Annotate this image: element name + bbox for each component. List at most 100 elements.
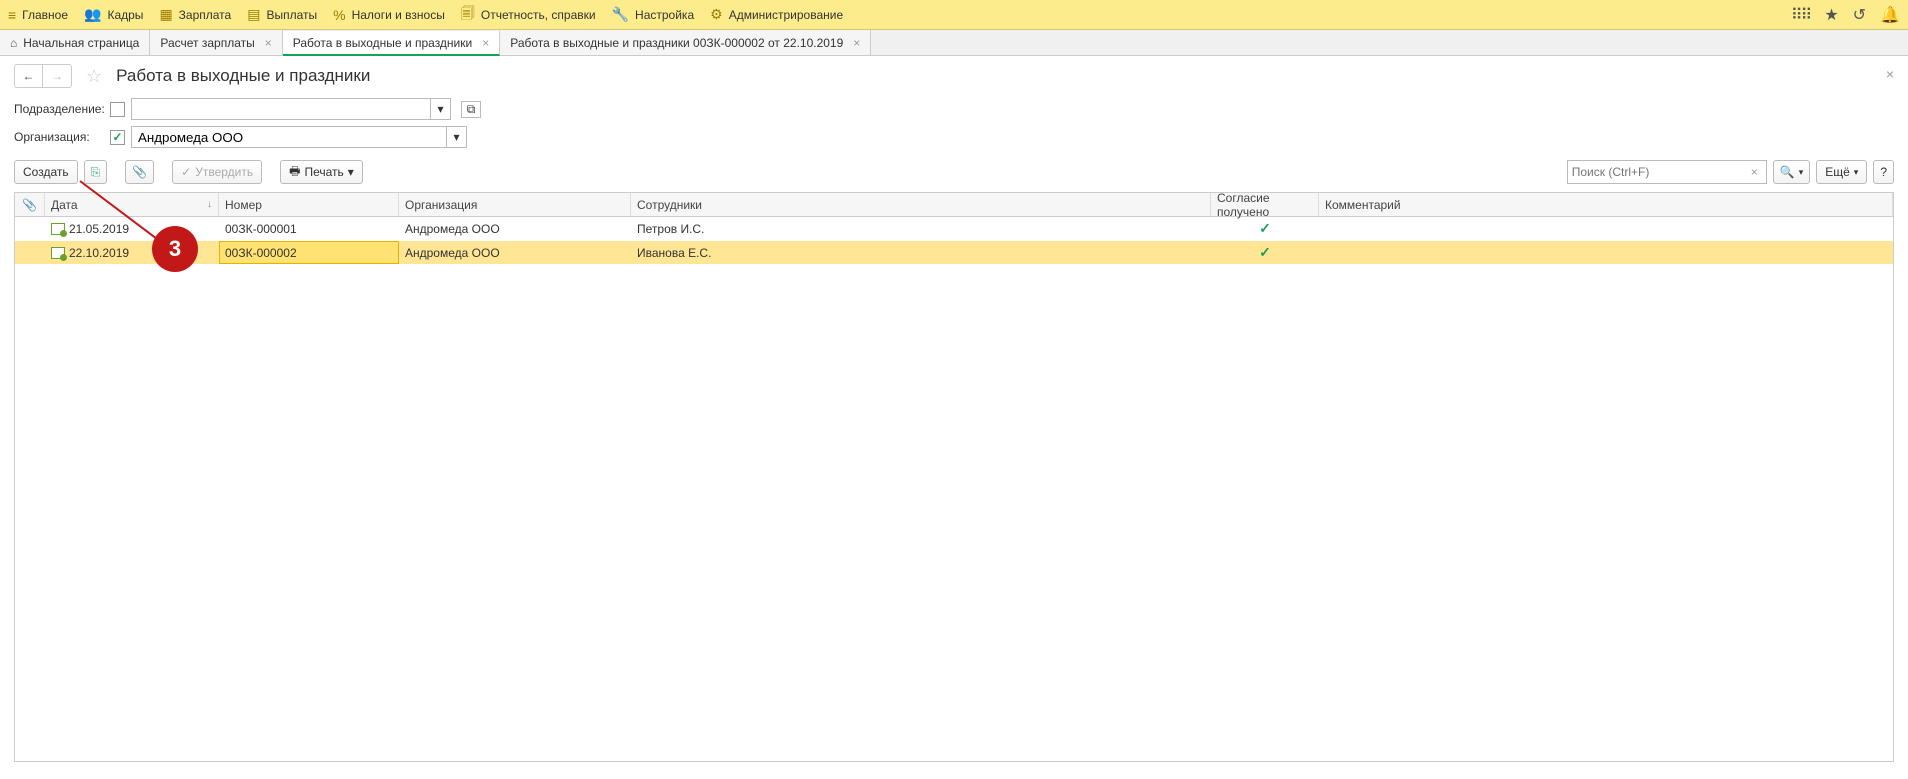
search-menu-button[interactable]: 🔍▾ bbox=[1773, 160, 1810, 184]
menu-icon: ≡ bbox=[8, 7, 16, 23]
document-posted-icon bbox=[51, 223, 65, 235]
tab-holidays-work[interactable]: Работа в выходные и праздники× bbox=[283, 31, 500, 56]
chevron-down-icon: ▾ bbox=[1799, 167, 1804, 178]
star-icon[interactable]: ★ bbox=[1824, 5, 1838, 25]
tab-label: Начальная страница bbox=[23, 36, 139, 50]
history-icon[interactable]: ↺ bbox=[1853, 5, 1866, 25]
cell-value: Петров И.С. bbox=[637, 222, 704, 236]
col-consent[interactable]: Согласие получено bbox=[1211, 193, 1319, 216]
check-icon: ✓ bbox=[181, 165, 191, 179]
close-icon[interactable]: × bbox=[265, 36, 272, 50]
menu-item-admin[interactable]: ⚙Администрирование bbox=[710, 6, 843, 23]
search-box[interactable]: × bbox=[1567, 160, 1767, 184]
close-icon[interactable]: × bbox=[482, 36, 489, 50]
tab-salary-calc[interactable]: Расчет зарплаты× bbox=[150, 30, 282, 55]
menu-item-staff[interactable]: 👥Кадры bbox=[84, 6, 143, 23]
dropdown-icon[interactable]: ▾ bbox=[431, 98, 451, 120]
col-organization[interactable]: Организация bbox=[399, 193, 631, 216]
department-checkbox[interactable] bbox=[110, 102, 125, 117]
menu-item-taxes[interactable]: % Налоги и взносы bbox=[333, 7, 445, 23]
col-label: Организация bbox=[405, 198, 477, 212]
help-button[interactable]: ? bbox=[1873, 160, 1894, 184]
col-employees[interactable]: Сотрудники bbox=[631, 193, 1211, 216]
more-button[interactable]: Ещё▾ bbox=[1816, 160, 1867, 184]
apps-icon[interactable]: ⠿⠿ bbox=[1791, 5, 1810, 25]
create-button[interactable]: Создать bbox=[14, 160, 78, 184]
close-icon[interactable]: × bbox=[853, 36, 860, 50]
page-header: ← → ☆ Работа в выходные и праздники × bbox=[0, 56, 1908, 94]
page-title: Работа в выходные и праздники bbox=[116, 66, 370, 86]
main-menu: ≡ Главное 👥Кадры ▦Зарплата ▤Выплаты % Нало… bbox=[0, 0, 1908, 30]
department-input[interactable] bbox=[131, 98, 431, 120]
favorite-star-icon[interactable]: ☆ bbox=[86, 66, 102, 87]
percent-icon: % bbox=[333, 7, 345, 23]
filters: Подразделение: ▾ ⧉ Организация: ▾ bbox=[0, 94, 1908, 156]
organization-select[interactable]: ▾ bbox=[131, 126, 467, 148]
people-icon: 👥 bbox=[84, 6, 101, 23]
menu-label: Настройка bbox=[635, 8, 694, 22]
approve-button[interactable]: ✓ Утвердить bbox=[172, 160, 262, 184]
documents-grid: 📎 Дата↓ Номер Организация Сотрудники Сог… bbox=[14, 192, 1894, 762]
organization-input[interactable] bbox=[131, 126, 447, 148]
col-label: Сотрудники bbox=[637, 198, 702, 212]
department-select[interactable]: ▾ bbox=[131, 98, 451, 120]
copy-button[interactable]: ⎘ bbox=[84, 160, 108, 184]
table-icon: ▦ bbox=[159, 6, 172, 23]
search-input[interactable] bbox=[1572, 165, 1747, 179]
bell-icon[interactable]: 🔔 bbox=[1880, 5, 1900, 25]
print-button[interactable]: 🖶Печать▾ bbox=[280, 160, 363, 184]
col-label: Согласие получено bbox=[1217, 192, 1312, 219]
col-label: Дата bbox=[51, 198, 78, 212]
annotation-badge: 3 bbox=[152, 226, 198, 272]
cell-comment bbox=[1319, 217, 1893, 240]
cell-comment bbox=[1319, 241, 1893, 264]
cell-emp: Иванова Е.С. bbox=[631, 241, 1211, 264]
cell-value: 00ЗК-000001 bbox=[225, 222, 297, 236]
menu-item-reports[interactable]: 🗐Отчетность, справки bbox=[461, 3, 596, 27]
cell-org: Андромеда ООО bbox=[399, 241, 631, 264]
menu-item-salary[interactable]: ▦Зарплата bbox=[159, 6, 231, 23]
col-comment[interactable]: Комментарий bbox=[1319, 193, 1893, 216]
cell-number: 00ЗК-000002 bbox=[219, 241, 399, 264]
dropdown-icon[interactable]: ▾ bbox=[447, 126, 467, 148]
menu-item-main[interactable]: ≡ Главное bbox=[8, 7, 68, 23]
button-label: Создать bbox=[23, 165, 69, 179]
cell-value: 00ЗК-000002 bbox=[225, 246, 297, 260]
page-close-icon[interactable]: × bbox=[1886, 66, 1894, 82]
main-menu-right: ⠿⠿ ★ ↺ 🔔 bbox=[1791, 5, 1900, 25]
paperclip-icon: 📎 bbox=[22, 198, 37, 212]
nav-back-button[interactable]: ← bbox=[15, 65, 43, 87]
document-icon: 🗐 bbox=[461, 3, 475, 27]
cell-value: Андромеда ООО bbox=[405, 222, 500, 236]
col-number[interactable]: Номер bbox=[219, 193, 399, 216]
toolbar: Создать ⎘ 📎 ✓Утвердить 🖶Печать▾ × 🔍▾ Ещё… bbox=[0, 156, 1908, 192]
grid-body: 21.05.2019 00ЗК-000001 Андромеда ООО Пет… bbox=[15, 217, 1893, 265]
table-row[interactable]: 22.10.2019 00ЗК-000002 Андромеда ООО Ива… bbox=[15, 241, 1893, 265]
nav-forward-button[interactable]: → bbox=[43, 65, 71, 87]
filter-label: Подразделение: bbox=[14, 102, 104, 116]
attach-button[interactable]: 📎 bbox=[125, 160, 154, 184]
menu-item-payments[interactable]: ▤Выплаты bbox=[247, 6, 317, 23]
chevron-down-icon: ▾ bbox=[1854, 167, 1859, 178]
printer-icon: 🖶 bbox=[289, 162, 300, 183]
tab-holidays-doc[interactable]: Работа в выходные и праздники 00ЗК-00000… bbox=[500, 30, 871, 55]
clear-search-icon[interactable]: × bbox=[1747, 165, 1762, 179]
button-label: Печать bbox=[304, 165, 343, 179]
grid-header: 📎 Дата↓ Номер Организация Сотрудники Сог… bbox=[15, 193, 1893, 217]
button-label: Утвердить bbox=[195, 165, 253, 179]
organization-checkbox[interactable] bbox=[110, 130, 125, 145]
col-date[interactable]: Дата↓ bbox=[45, 193, 219, 216]
open-dialog-button[interactable]: ⧉ bbox=[461, 101, 481, 118]
list-icon: ▤ bbox=[247, 6, 260, 23]
col-attachment[interactable]: 📎 bbox=[15, 193, 45, 216]
tab-home[interactable]: ⌂Начальная страница bbox=[0, 30, 150, 55]
menu-label: Главное bbox=[22, 8, 68, 22]
search-icon: 🔍 bbox=[1780, 165, 1795, 179]
document-posted-icon bbox=[51, 247, 65, 259]
cell-number: 00ЗК-000001 bbox=[219, 217, 399, 240]
table-row[interactable]: 21.05.2019 00ЗК-000001 Андромеда ООО Пет… bbox=[15, 217, 1893, 241]
menu-label: Налоги и взносы bbox=[352, 8, 445, 22]
menu-item-settings[interactable]: 🔧Настройка bbox=[612, 6, 695, 23]
check-icon: ✓ bbox=[1259, 244, 1271, 261]
cell-consent: ✓ bbox=[1211, 241, 1319, 264]
